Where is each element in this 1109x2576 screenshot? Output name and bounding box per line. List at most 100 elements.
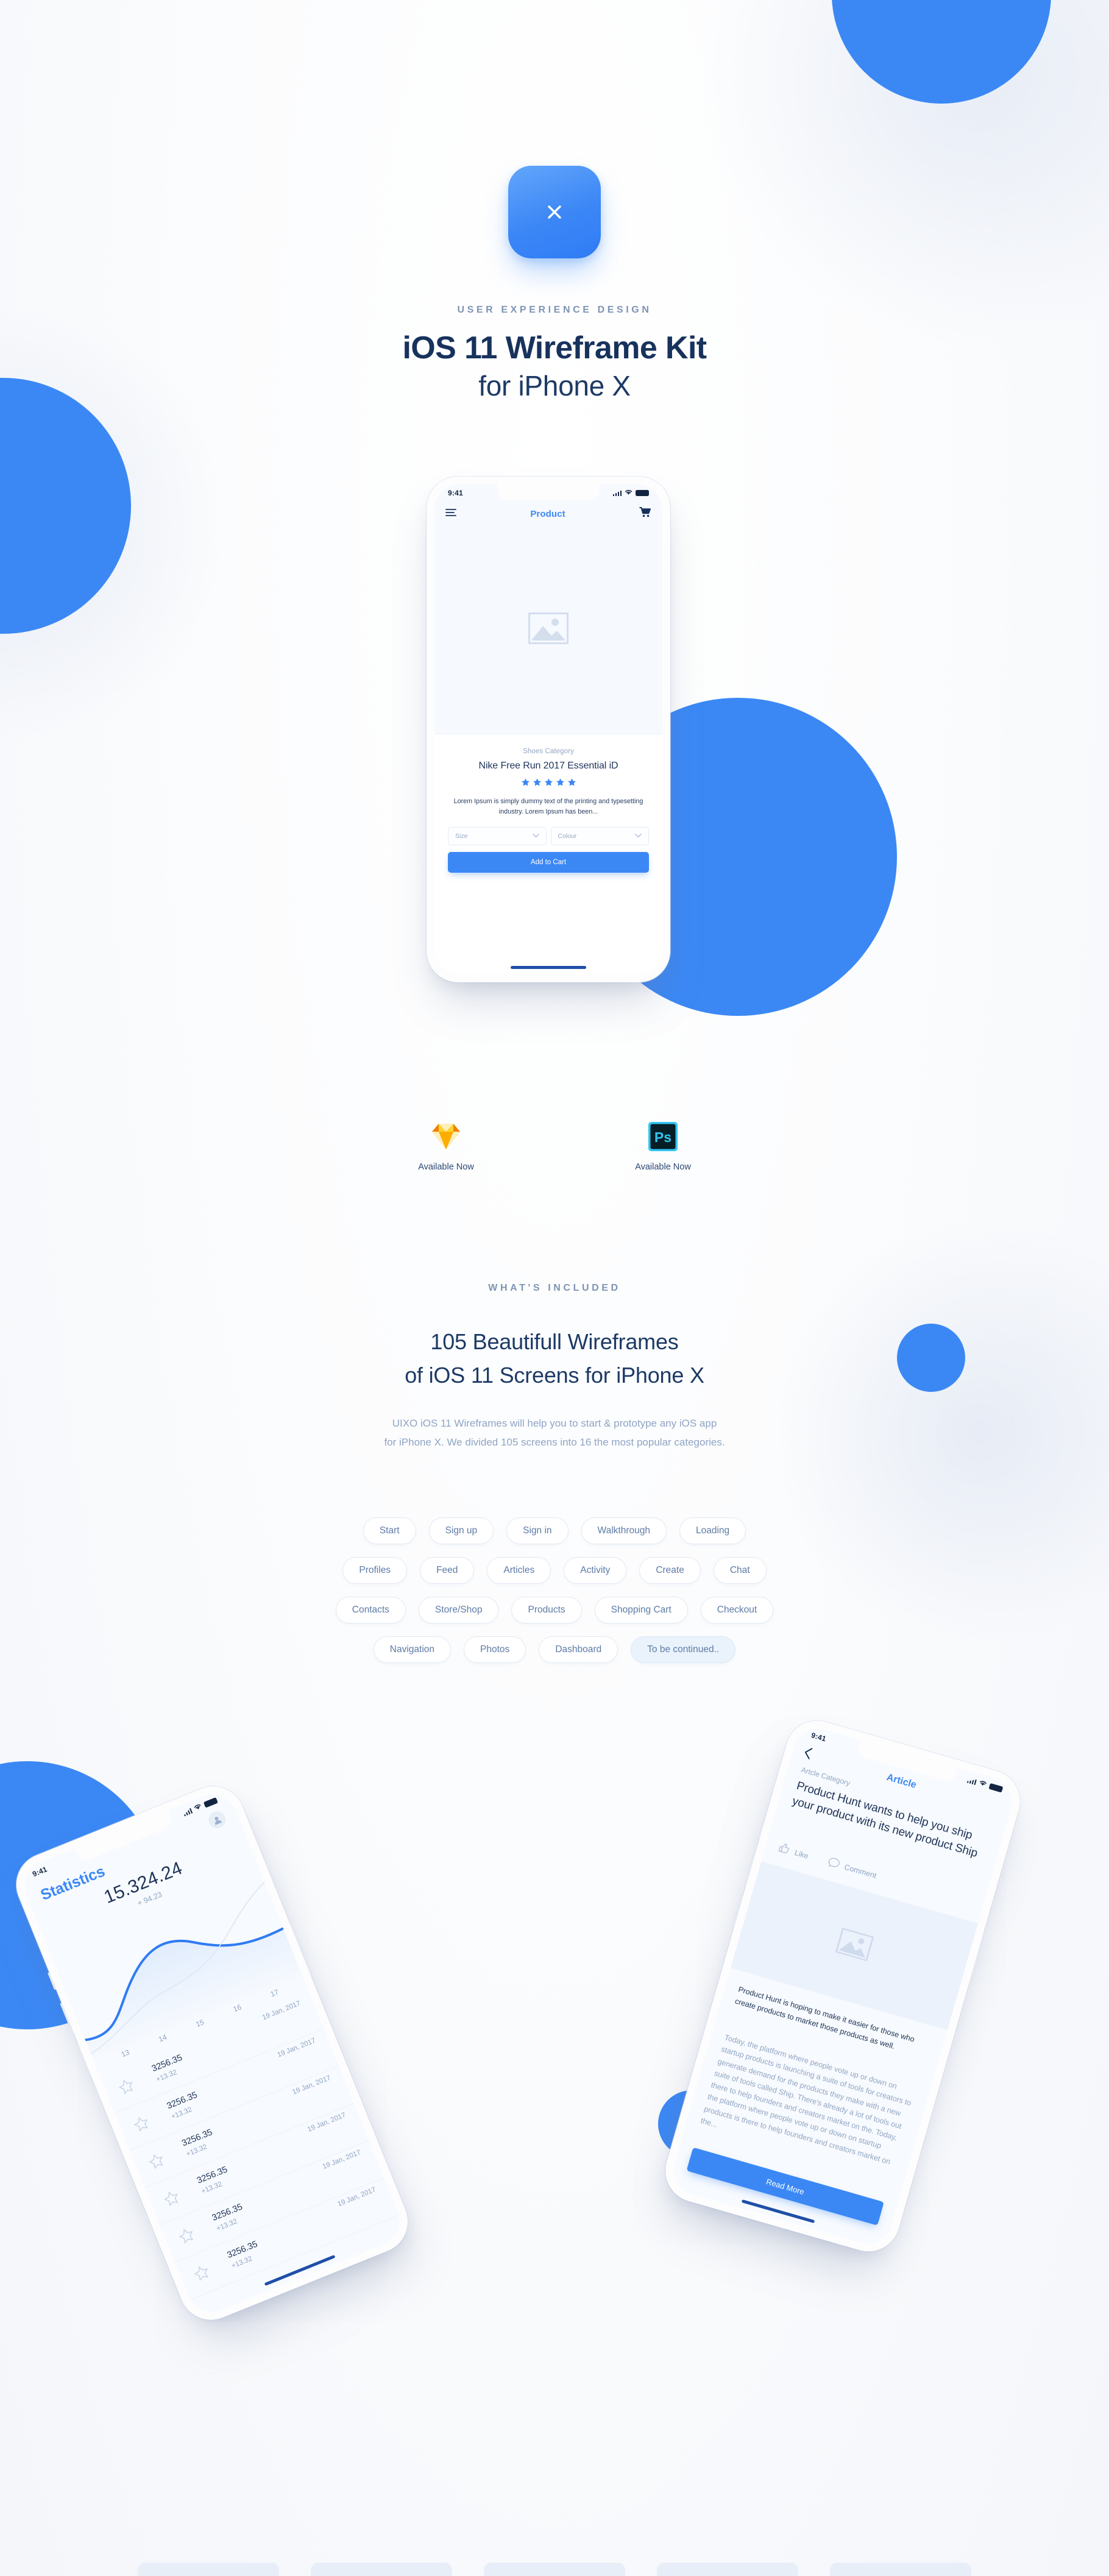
category-pill[interactable]: Checkout xyxy=(700,1597,774,1623)
category-pill[interactable]: Start xyxy=(363,1517,416,1544)
category-pill[interactable]: Navigation xyxy=(373,1636,452,1663)
sketch-app-icon xyxy=(397,1120,495,1153)
category-pill[interactable]: Profiles xyxy=(342,1557,408,1584)
thumbs-up-icon xyxy=(778,1842,792,1857)
star-filled-icon xyxy=(533,778,541,789)
volume-down-button xyxy=(732,1894,743,1928)
product-details: Shoes Category Nike Free Run 2017 Essent… xyxy=(434,734,662,974)
availability-row: Available Now Ps Available Now xyxy=(0,1120,1109,1172)
star-filled-icon xyxy=(544,778,553,789)
category-pill[interactable]: Chat xyxy=(713,1557,767,1584)
star-filled-icon xyxy=(556,778,564,789)
article-phone-screen: 9:41 Article Artcle Category Product Hun… xyxy=(668,1723,1018,2249)
x-tick: 16 xyxy=(232,2003,243,2014)
category-pill-row: Contacts Store/Shop Products Shopping Cart C… xyxy=(219,1597,890,1623)
star-filled-icon xyxy=(521,778,530,789)
category-pill[interactable]: Photos xyxy=(464,1636,526,1663)
category-pill[interactable]: Walkthrough xyxy=(581,1517,667,1544)
colour-select[interactable]: Colour xyxy=(550,826,649,845)
category-pill[interactable]: Sign in xyxy=(506,1517,569,1544)
hero-phone-screen: 9:41 Product Shoes Category Nike Free Ru… xyxy=(434,484,662,974)
page-subtitle: for iPhone X xyxy=(478,370,631,402)
landing-page: USER EXPERIENCE DESIGN iOS 11 Wireframe … xyxy=(0,0,1109,2576)
app-icon-tile[interactable] xyxy=(508,166,601,258)
star-outline-icon[interactable] xyxy=(147,2151,167,2173)
battery-icon xyxy=(988,1783,1004,1793)
image-placeholder-icon xyxy=(528,612,569,647)
mute-switch xyxy=(757,1822,765,1840)
image-placeholder-icon xyxy=(835,1927,874,1964)
included-title-line2: of iOS 11 Screens for iPhone X xyxy=(405,1362,704,1388)
category-pill[interactable]: Store/Shop xyxy=(418,1597,499,1623)
statistics-amount-value: 3256.35 xyxy=(210,2202,244,2223)
included-description: UIXO iOS 11 Wireframes will help you to … xyxy=(0,1414,1109,1452)
colour-select-label: Colour xyxy=(558,832,577,840)
add-to-cart-button[interactable]: Add to Cart xyxy=(448,851,649,873)
x-tick: 15 xyxy=(194,2017,205,2029)
statistics-amount-value: 3256.35 xyxy=(196,2165,229,2186)
x-tick: 17 xyxy=(269,1987,280,1999)
next-section-teasers xyxy=(0,2563,1109,2576)
teaser-card xyxy=(484,2563,625,2576)
product-name: Nike Free Run 2017 Essential iD xyxy=(478,761,618,771)
close-x-icon xyxy=(542,200,567,224)
star-filled-icon xyxy=(567,778,576,789)
nav-title: Product xyxy=(530,508,565,519)
star-outline-icon[interactable] xyxy=(162,2189,182,2210)
availability-sketch[interactable]: Available Now xyxy=(397,1120,495,1172)
teaser-card xyxy=(830,2563,971,2576)
category-pill[interactable]: To be continued.. xyxy=(631,1636,736,1663)
category-pill[interactable]: Articles xyxy=(487,1557,551,1584)
category-pill[interactable]: Products xyxy=(511,1597,582,1623)
availability-label: Available Now xyxy=(418,1162,474,1172)
category-pill[interactable]: Dashboard xyxy=(539,1636,618,1663)
category-pill-row: Profiles Feed Articles Activity Create Chat xyxy=(219,1557,890,1584)
category-pill-row: Start Sign up Sign in Walkthrough Loading xyxy=(219,1517,890,1544)
photoshop-app-icon: Ps xyxy=(614,1120,712,1153)
shopping-cart-icon[interactable] xyxy=(639,507,651,520)
product-image-area xyxy=(434,526,662,734)
product-description: Lorem Ipsum is simply dummy text of the … xyxy=(453,798,643,816)
teaser-card xyxy=(138,2563,279,2576)
category-pill[interactable]: Loading xyxy=(679,1517,746,1544)
statistics-phone-screen: 9:41 Statistics 15.324.24 + 94.23 13 14 … xyxy=(17,1787,407,2319)
category-pill[interactable]: Feed xyxy=(420,1557,475,1584)
status-time: 9:41 xyxy=(31,1865,49,1879)
teaser-card xyxy=(657,2563,798,2576)
statistics-amount-value: 3256.35 xyxy=(150,2053,184,2074)
star-outline-icon[interactable] xyxy=(117,2077,137,2098)
category-pill-row: Navigation Photos Dashboard To be continued… xyxy=(219,1636,890,1663)
star-outline-icon[interactable] xyxy=(192,2263,212,2285)
cellular-signal-icon xyxy=(182,1808,193,1817)
included-desc-line1: UIXO iOS 11 Wireframes will help you to … xyxy=(392,1418,717,1429)
star-outline-icon[interactable] xyxy=(177,2226,197,2248)
chevron-down-icon xyxy=(532,832,539,840)
category-pill[interactable]: Contacts xyxy=(335,1597,406,1623)
size-select[interactable]: Size xyxy=(448,826,547,845)
decorative-circle-mid-left xyxy=(0,378,131,634)
comment-button[interactable]: Comment xyxy=(826,1856,878,1881)
statistics-amount-value: 3256.35 xyxy=(165,2090,199,2112)
comment-bubble-icon xyxy=(826,1856,841,1870)
wifi-icon xyxy=(978,1779,988,1789)
teaser-card xyxy=(311,2563,452,2576)
category-pill[interactable]: Sign up xyxy=(428,1517,494,1544)
statistics-date-value: 19 Jan, 2017 xyxy=(261,1999,302,2022)
svg-text:Ps: Ps xyxy=(654,1129,671,1145)
category-pill[interactable]: Create xyxy=(639,1557,701,1584)
availability-photoshop[interactable]: Ps Available Now xyxy=(614,1120,712,1172)
wifi-icon xyxy=(625,489,632,497)
included-desc-line2: for iPhone X. We divided 105 screens int… xyxy=(384,1436,725,1449)
status-time: 9:41 xyxy=(810,1731,827,1744)
category-pill[interactable]: Shopping Cart xyxy=(594,1597,688,1623)
star-outline-icon[interactable] xyxy=(132,2114,152,2135)
like-button[interactable]: Like xyxy=(778,1842,810,1862)
rating-stars xyxy=(448,778,649,789)
hamburger-menu-icon[interactable] xyxy=(445,508,456,520)
article-phone-mockup: 9:41 Article Artcle Category Product Hun… xyxy=(657,1713,1028,2259)
product-category: Shoes Category xyxy=(523,748,574,755)
volume-up-button xyxy=(743,1853,756,1887)
category-pill[interactable]: Activity xyxy=(564,1557,627,1584)
battery-icon xyxy=(636,490,649,496)
like-label: Like xyxy=(793,1848,810,1861)
